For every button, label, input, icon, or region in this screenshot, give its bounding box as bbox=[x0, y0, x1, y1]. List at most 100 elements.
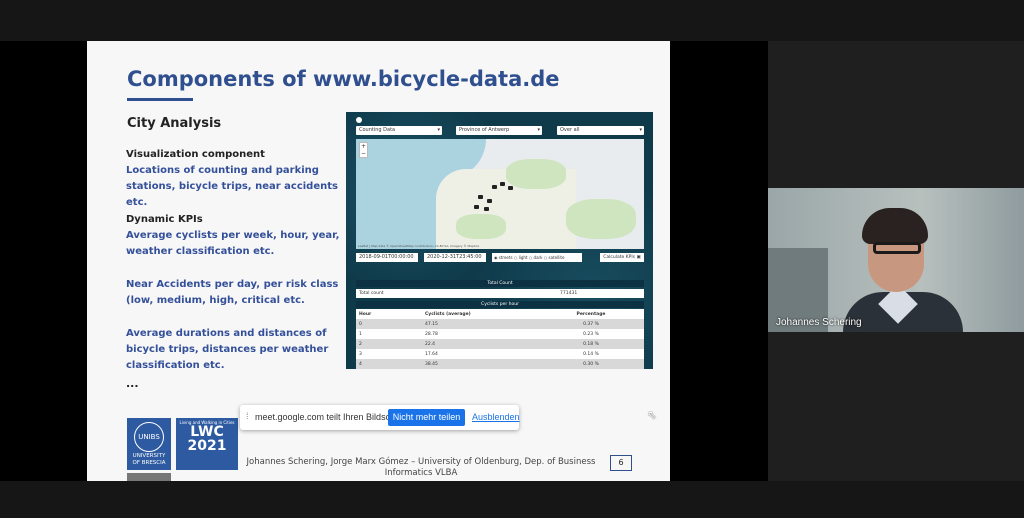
block-near-accidents: Near Accidents per day, per risk class (… bbox=[126, 277, 351, 309]
block-text: Average durations and distances of bicyc… bbox=[126, 328, 329, 371]
block-dynamic-kpis: Dynamic KPIs Average cyclists per week, … bbox=[126, 212, 351, 260]
university-of-brescia-logo: UNIBS UNIVERSITY OF BRESCIA bbox=[127, 418, 171, 470]
date-to-field: 2020-12-31T23:45:00 bbox=[424, 253, 486, 262]
table-cell: 38.45 bbox=[422, 359, 538, 369]
share-message: meet.google.com teilt Ihren Bildschirm. bbox=[255, 412, 411, 422]
zoom-out-icon: − bbox=[360, 150, 367, 157]
total-count-value: 771431 bbox=[560, 291, 578, 296]
block-visualization: Visualization component Locations of cou… bbox=[126, 147, 351, 211]
table-cell: 0 bbox=[356, 319, 422, 329]
map-style-radios: ◉ streets ○ light ○ dark ○ satellite bbox=[492, 253, 582, 262]
total-count-row: Total count 771431 bbox=[356, 289, 644, 298]
table-header-row: Hour Cyclists (average) Percentage bbox=[356, 309, 644, 319]
table-row: 1 28.78 0.23 % bbox=[356, 329, 644, 339]
page-number: 6 bbox=[610, 455, 632, 471]
chevron-down-icon: ▾ bbox=[437, 127, 440, 133]
stop-sharing-button[interactable]: Nicht mehr teilen bbox=[388, 409, 465, 426]
map-attribution: Leaflet | Map data © OpenStreetMap contr… bbox=[358, 244, 480, 248]
screen-share-banner: ⁞ meet.google.com teilt Ihren Bildschirm… bbox=[240, 405, 520, 430]
info-icon bbox=[356, 117, 362, 123]
region-select: Province of Antwerp ▾ bbox=[456, 126, 542, 135]
total-count-header: Total Count bbox=[356, 280, 644, 287]
logo-text: UNIVERSITY bbox=[132, 453, 166, 459]
table-cell: 22.4 bbox=[422, 339, 538, 349]
slide-title: Components of www.bicycle-data.de bbox=[127, 67, 560, 91]
logo-text: 2021 bbox=[187, 438, 227, 454]
seal-icon: UNIBS bbox=[134, 422, 164, 452]
table-cell: 0.14 % bbox=[538, 349, 644, 359]
total-count-label: Total count bbox=[359, 291, 384, 296]
block-text: Locations of counting and parking statio… bbox=[126, 165, 338, 208]
calculate-kpis-button: Calculate KPIs ▣ bbox=[600, 253, 644, 262]
bottom-bar bbox=[0, 481, 1024, 518]
logo-text: LWC bbox=[190, 424, 224, 440]
right-letterbox bbox=[670, 41, 768, 481]
participant-video-tile[interactable]: Johannes Schering bbox=[768, 188, 1024, 332]
participant-name: Johannes Schering bbox=[776, 317, 862, 328]
table-cell: 1 bbox=[356, 329, 422, 339]
map-view: + − Leaflet | Map data © OpenStreetMap co… bbox=[356, 139, 644, 249]
ellipsis: ... bbox=[126, 377, 139, 390]
table-cell: 47.15 bbox=[422, 319, 538, 329]
table-cell: 0.30 % bbox=[538, 359, 644, 369]
chevron-down-icon: ▾ bbox=[639, 127, 642, 133]
select-value: Over all bbox=[560, 127, 580, 133]
map-forest bbox=[456, 214, 506, 239]
section-heading: City Analysis bbox=[127, 116, 222, 131]
lwc-2021-logo: Living and Walking in Cities LWC 2021 bbox=[176, 418, 238, 470]
radio-label: dark bbox=[533, 255, 543, 260]
participant-hair bbox=[862, 208, 928, 244]
table-cell: 3 bbox=[356, 349, 422, 359]
select-value: Counting Data bbox=[359, 127, 396, 133]
dashboard-screenshot: Counting Data ▾ Province of Antwerp ▾ Over… bbox=[346, 112, 653, 369]
bike-marker-icon bbox=[487, 199, 492, 203]
logo-strip bbox=[127, 473, 171, 481]
map-forest bbox=[566, 199, 636, 239]
zoom-in-icon: + bbox=[360, 143, 367, 150]
table-cell: 0.37 % bbox=[538, 319, 644, 329]
block-heading: Visualization component bbox=[126, 149, 265, 160]
table-cell: 17.64 bbox=[422, 349, 538, 359]
cyclists-table: Hour Cyclists (average) Percentage 0 47.… bbox=[356, 309, 644, 369]
logo-text: OF BRESCIA bbox=[132, 460, 166, 466]
left-letterbox bbox=[0, 41, 87, 481]
table-row: 4 38.45 0.30 % bbox=[356, 359, 644, 369]
table-row: 3 17.64 0.14 % bbox=[356, 349, 644, 359]
zoom-control: + − bbox=[359, 142, 368, 158]
hide-banner-link[interactable]: Ausblenden bbox=[472, 412, 520, 422]
table-cell: 2 bbox=[356, 339, 422, 349]
top-bar bbox=[0, 0, 1024, 41]
bike-marker-icon bbox=[492, 185, 497, 189]
table-cell: 0.18 % bbox=[538, 339, 644, 349]
table-row: 0 47.15 0.37 % bbox=[356, 319, 644, 329]
radio-label: streets bbox=[498, 255, 513, 260]
cyclists-per-hour-header: Cyclists per hour bbox=[356, 301, 644, 308]
date-from-field: 2018-09-01T00:00:00 bbox=[356, 253, 418, 262]
drag-handle-icon[interactable]: ⁞ bbox=[246, 411, 249, 421]
bike-marker-icon bbox=[508, 186, 513, 190]
column-header: Percentage bbox=[538, 309, 644, 319]
bike-marker-icon bbox=[474, 205, 479, 209]
table-cell: 28.78 bbox=[422, 329, 538, 339]
button-label: Calculate KPIs bbox=[603, 255, 636, 260]
column-header: Cyclists (average) bbox=[422, 309, 538, 319]
period-select: Over all ▾ bbox=[557, 126, 644, 135]
glasses-icon bbox=[873, 242, 921, 254]
bike-marker-icon bbox=[478, 195, 483, 199]
bike-marker-icon bbox=[484, 207, 489, 211]
slide-footer: Johannes Schering, Jorge Marx Gómez – Un… bbox=[246, 457, 596, 478]
block-text: Average cyclists per week, hour, year, w… bbox=[126, 230, 340, 257]
table-cell: 4 bbox=[356, 359, 422, 369]
data-type-select: Counting Data ▾ bbox=[356, 126, 442, 135]
table-cell: 0.23 % bbox=[538, 329, 644, 339]
mouse-cursor-icon: ⇖ bbox=[647, 408, 658, 422]
radio-label: satellite bbox=[548, 255, 565, 260]
chevron-down-icon: ▾ bbox=[537, 127, 540, 133]
participant-avatar bbox=[843, 208, 983, 332]
block-heading: Dynamic KPIs bbox=[126, 214, 203, 225]
select-value: Province of Antwerp bbox=[459, 127, 510, 133]
column-header: Hour bbox=[356, 309, 422, 319]
title-underline bbox=[127, 98, 193, 101]
table-row: 2 22.4 0.18 % bbox=[356, 339, 644, 349]
bike-marker-icon bbox=[500, 182, 505, 186]
